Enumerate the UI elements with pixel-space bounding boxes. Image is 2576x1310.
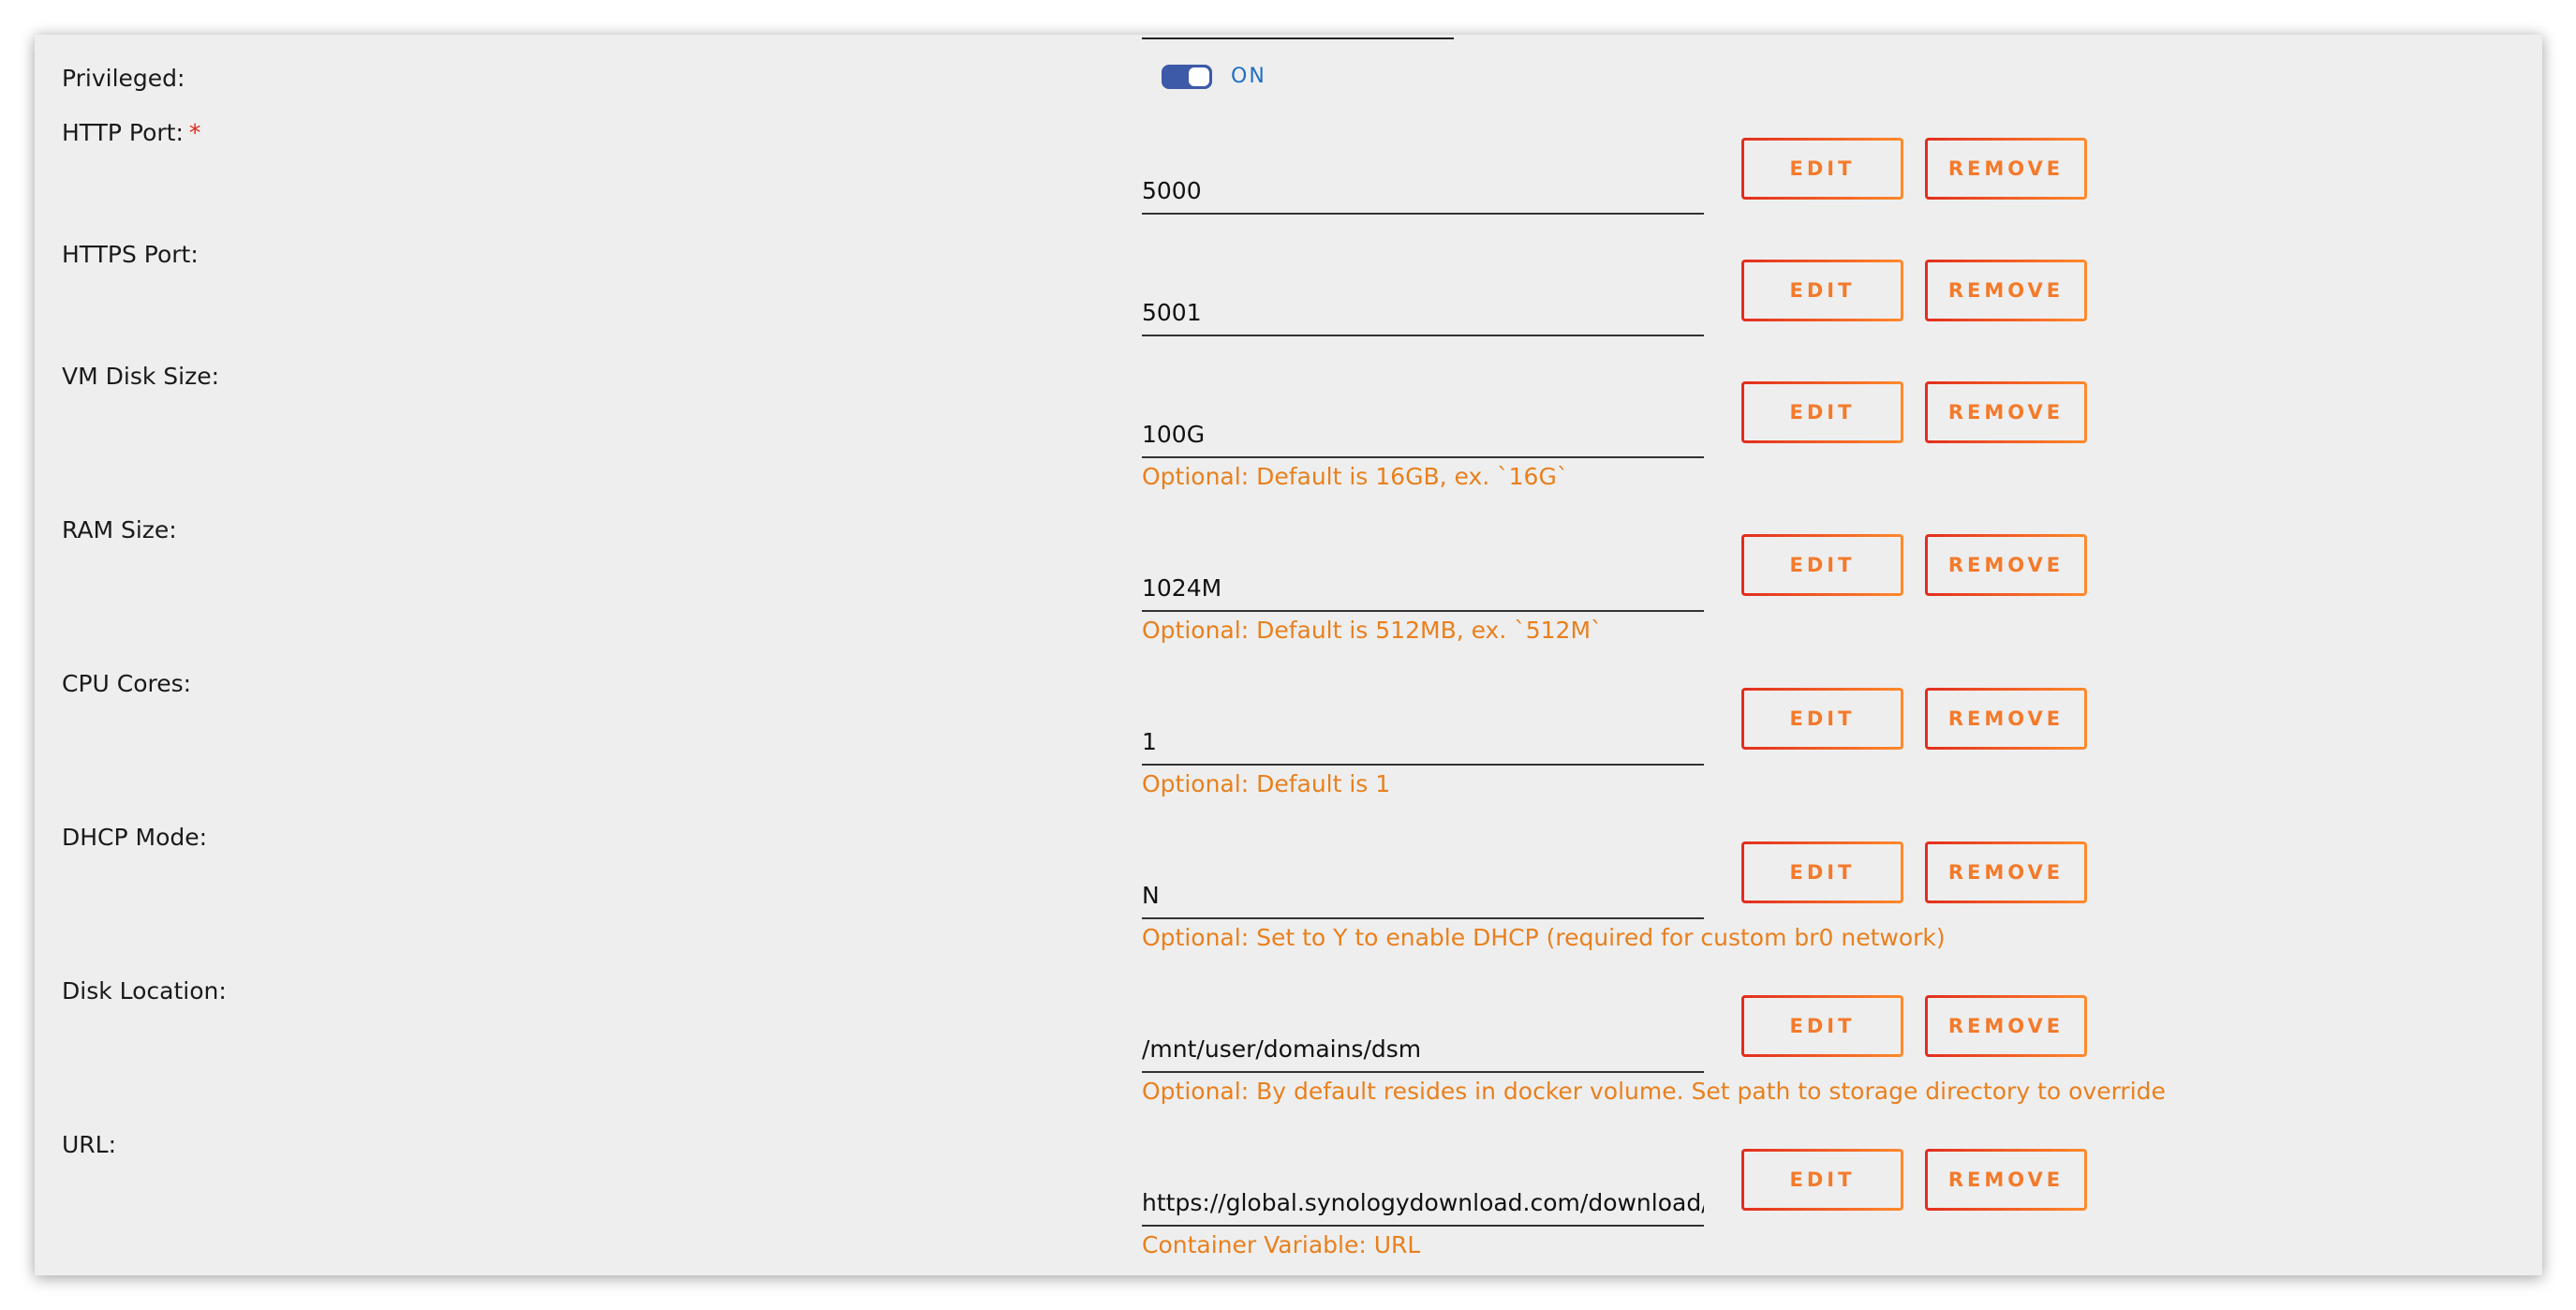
disk-location-remove-button[interactable]: REMOVE: [1925, 995, 2087, 1057]
ram-size-remove-button[interactable]: REMOVE: [1925, 534, 2087, 596]
cpu-cores-remove-button[interactable]: REMOVE: [1925, 688, 2087, 750]
ram-size-hint: Optional: Default is 512MB, ex. `512M`: [1142, 617, 1603, 644]
cpu-cores-label: CPU Cores:: [62, 670, 192, 697]
https-port-edit-button[interactable]: EDIT: [1741, 260, 1903, 321]
cpu-cores-edit-button[interactable]: EDIT: [1741, 688, 1903, 750]
vm-disk-size-edit-button[interactable]: EDIT: [1741, 381, 1903, 443]
http-port-label-text: HTTP Port:: [62, 119, 184, 146]
url-input[interactable]: https://global.synologydownload.com/down…: [1142, 1180, 1704, 1227]
http-port-label: HTTP Port: *: [62, 119, 200, 146]
privileged-label: Privileged:: [62, 65, 185, 92]
privileged-toggle-state: ON: [1231, 65, 1266, 88]
url-hint: Container Variable: URL: [1142, 1231, 1421, 1258]
vm-disk-size-hint: Optional: Default is 16GB, ex. `16G`: [1142, 463, 1569, 490]
dhcp-mode-remove-button[interactable]: REMOVE: [1925, 841, 2087, 903]
disk-location-hint: Optional: By default resides in docker v…: [1142, 1078, 2166, 1105]
privileged-toggle[interactable]: [1162, 65, 1212, 89]
disk-location-edit-button[interactable]: EDIT: [1741, 995, 1903, 1057]
cpu-cores-hint: Optional: Default is 1: [1142, 770, 1391, 797]
disk-location-label: Disk Location:: [62, 977, 227, 1005]
previous-field-underline: [1142, 37, 1454, 39]
vm-disk-size-input[interactable]: 100G: [1142, 411, 1704, 458]
https-port-remove-button[interactable]: REMOVE: [1925, 260, 2087, 321]
http-port-remove-button[interactable]: REMOVE: [1925, 138, 2087, 200]
toggle-knob: [1189, 67, 1209, 86]
https-port-label: HTTPS Port:: [62, 241, 199, 268]
url-edit-button[interactable]: EDIT: [1741, 1149, 1903, 1211]
dhcp-mode-edit-button[interactable]: EDIT: [1741, 841, 1903, 903]
dhcp-mode-hint: Optional: Set to Y to enable DHCP (requi…: [1142, 924, 1946, 951]
required-marker: *: [188, 119, 201, 146]
disk-location-input[interactable]: /mnt/user/domains/dsm: [1142, 1026, 1704, 1073]
cpu-cores-input[interactable]: 1: [1142, 719, 1704, 766]
ram-size-label: RAM Size:: [62, 516, 177, 543]
url-label: URL:: [62, 1131, 117, 1158]
vm-disk-size-remove-button[interactable]: REMOVE: [1925, 381, 2087, 443]
dhcp-mode-input[interactable]: N: [1142, 872, 1704, 919]
https-port-input[interactable]: 5001: [1142, 290, 1704, 336]
ram-size-edit-button[interactable]: EDIT: [1741, 534, 1903, 596]
ram-size-input[interactable]: 1024M: [1142, 565, 1704, 612]
url-remove-button[interactable]: REMOVE: [1925, 1149, 2087, 1211]
dhcp-mode-label: DHCP Mode:: [62, 824, 208, 851]
settings-panel: Privileged: ON HTTP Port: * 5000 EDIT REM…: [35, 35, 2542, 1275]
vm-disk-size-label: VM Disk Size:: [62, 363, 220, 390]
http-port-input[interactable]: 5000: [1142, 168, 1704, 215]
http-port-edit-button[interactable]: EDIT: [1741, 138, 1903, 200]
